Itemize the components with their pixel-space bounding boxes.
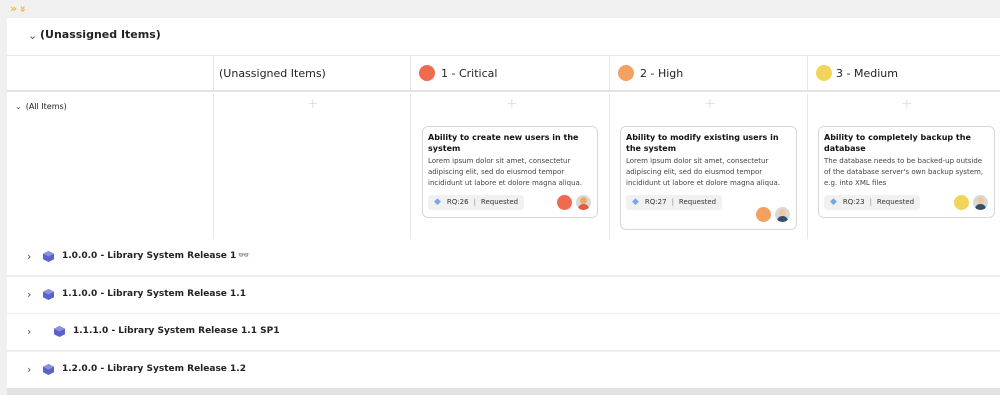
user-avatar[interactable] xyxy=(775,207,790,222)
card-id[interactable]: RQ:26 xyxy=(447,198,469,206)
release-row[interactable]: › 1.1.1.0 - Library System Release 1.1 S… xyxy=(7,314,1000,351)
requirement-diamond-icon: ◆ xyxy=(632,197,639,207)
card-title[interactable]: Ability to create new users in the syste… xyxy=(428,132,592,154)
card-avatars xyxy=(557,195,591,210)
tag-separator: | xyxy=(671,198,674,206)
priority-dot-icon xyxy=(557,195,572,210)
column-header-medium[interactable]: 3 - Medium xyxy=(807,56,1000,92)
user-avatar[interactable] xyxy=(973,195,988,210)
release-title[interactable]: 1.1.1.0 - Library System Release 1.1 SP1 xyxy=(73,326,279,336)
swimlane-all-items: ⌄ (All Items) + + + + Ability to create n… xyxy=(7,94,1000,239)
priority-dot-icon xyxy=(618,65,634,81)
card-tag: ◆ RQ:26 | Requested xyxy=(428,194,525,210)
requirement-card[interactable]: Ability to create new users in the syste… xyxy=(422,126,598,218)
tag-separator: | xyxy=(473,198,476,206)
chevron-right-icon[interactable]: › xyxy=(27,250,31,263)
chevron-down-icon[interactable]: ⌄ xyxy=(15,102,22,111)
release-cube-icon xyxy=(43,289,54,300)
card-id[interactable]: RQ:27 xyxy=(645,198,667,206)
release-cube-icon xyxy=(43,251,54,262)
requirement-card[interactable]: Ability to completely backup the databas… xyxy=(818,126,995,218)
user-avatar[interactable] xyxy=(576,195,591,210)
priority-dot-icon xyxy=(816,65,832,81)
card-tag: ◆ RQ:23 | Requested xyxy=(824,194,921,210)
cell-unassigned[interactable]: + xyxy=(213,94,410,239)
glasses-icon[interactable]: 👓 xyxy=(238,251,249,261)
top-toggles: » » xyxy=(10,2,30,16)
horizontal-scrollbar[interactable] xyxy=(7,388,1000,395)
release-row[interactable]: › 1.0.0.0 - Library System Release 1 👓 xyxy=(7,239,1000,276)
swimlane-label-text: (All Items) xyxy=(25,102,67,111)
card-description: Lorem ipsum dolor sit amet, consectetur … xyxy=(428,157,583,187)
column-header-high[interactable]: 2 - High xyxy=(609,56,807,92)
chevron-right-icon[interactable]: › xyxy=(27,325,31,338)
column-label: 1 - Critical xyxy=(441,67,498,80)
priority-dot-icon xyxy=(954,195,969,210)
kanban-board: ⌄ (Unassigned Items) (Unassigned Items) … xyxy=(7,18,1000,239)
swimlane-label: ⌄ (All Items) xyxy=(15,102,67,111)
group-title: (Unassigned Items) xyxy=(40,28,161,41)
group-header[interactable]: ⌄ (Unassigned Items) xyxy=(7,18,1000,56)
release-cube-icon xyxy=(43,364,54,375)
requirement-diamond-icon: ◆ xyxy=(434,197,441,207)
add-item-icon[interactable]: + xyxy=(901,97,913,111)
card-avatars xyxy=(954,195,988,210)
add-item-icon[interactable]: + xyxy=(506,97,518,111)
requirement-card[interactable]: Ability to modify existing users in the … xyxy=(620,126,797,230)
card-title[interactable]: Ability to modify existing users in the … xyxy=(626,132,791,154)
chevron-down-icon[interactable]: ⌄ xyxy=(28,29,37,42)
add-item-icon[interactable]: + xyxy=(307,97,319,111)
column-header-unassigned[interactable]: (Unassigned Items) xyxy=(213,56,410,92)
card-id[interactable]: RQ:23 xyxy=(843,198,865,206)
release-row[interactable]: › 1.2.0.0 - Library System Release 1.2 xyxy=(7,352,1000,389)
priority-dot-icon xyxy=(419,65,435,81)
chevron-right-icon[interactable]: › xyxy=(27,363,31,376)
column-label: 3 - Medium xyxy=(836,67,898,80)
release-row[interactable]: › 1.1.0.0 - Library System Release 1.1 xyxy=(7,277,1000,314)
card-status: Requested xyxy=(678,198,717,206)
swimlane-label-cell[interactable]: ⌄ (All Items) xyxy=(7,94,213,239)
column-header-empty xyxy=(7,56,213,92)
column-headers: (Unassigned Items) 1 - Critical 2 - High… xyxy=(7,56,1000,92)
card-status: Requested xyxy=(480,198,519,206)
priority-dot-icon xyxy=(756,207,771,222)
column-header-critical[interactable]: 1 - Critical xyxy=(410,56,609,92)
column-label: (Unassigned Items) xyxy=(219,67,326,80)
card-avatars xyxy=(756,207,790,222)
release-cube-icon xyxy=(54,326,65,337)
card-title[interactable]: Ability to completely backup the databas… xyxy=(824,132,989,154)
chevron-right-icon[interactable]: › xyxy=(27,288,31,301)
requirement-diamond-icon: ◆ xyxy=(830,197,837,207)
column-label: 2 - High xyxy=(640,67,684,80)
card-description: Lorem ipsum dolor sit amet, consectetur … xyxy=(626,157,781,187)
release-title[interactable]: 1.0.0.0 - Library System Release 1 👓 xyxy=(62,251,250,261)
add-item-icon[interactable]: + xyxy=(704,97,716,111)
release-title[interactable]: 1.1.0.0 - Library System Release 1.1 xyxy=(62,289,246,299)
card-tag: ◆ RQ:27 | Requested xyxy=(626,194,723,210)
expand-rows-icon[interactable]: » xyxy=(16,5,30,12)
card-status: Requested xyxy=(876,198,915,206)
release-title[interactable]: 1.2.0.0 - Library System Release 1.2 xyxy=(62,364,246,374)
card-description: The database needs to be backed-up outsi… xyxy=(824,157,984,187)
tag-separator: | xyxy=(869,198,872,206)
